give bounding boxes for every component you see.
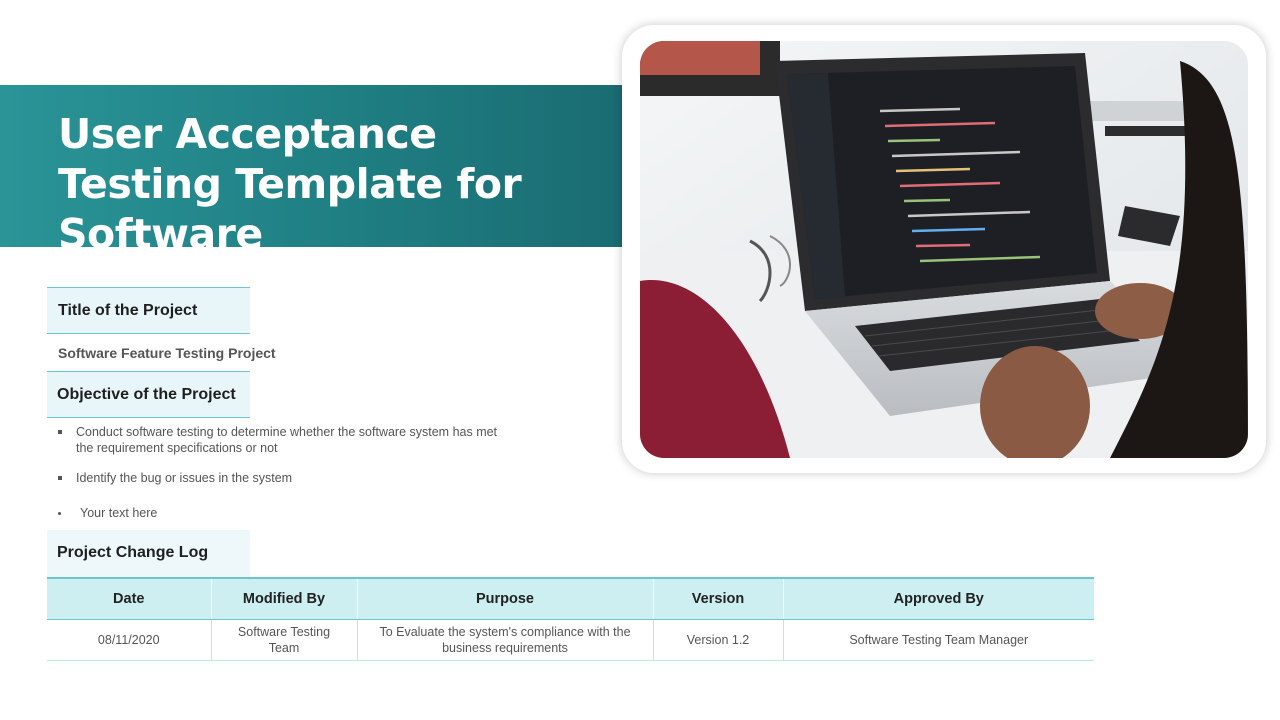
project-title-value: Software Feature Testing Project: [58, 345, 276, 361]
photo-frame: [622, 25, 1266, 473]
slide-title: User Acceptance Testing Template for Sof…: [58, 110, 522, 258]
objective-list: Conduct software testing to determine wh…: [58, 424, 508, 521]
title-banner: User Acceptance Testing Template for Sof…: [0, 85, 622, 258]
column-header-modified-by: Modified By: [210, 577, 357, 620]
column-header-approved-by: Approved By: [782, 577, 1094, 620]
project-title-label: Title of the Project: [47, 287, 250, 334]
objective-text: Conduct software testing to determine wh…: [76, 425, 498, 455]
cell-purpose: To Evaluate the system's compliance with…: [356, 619, 653, 661]
column-header-date: Date: [47, 577, 211, 620]
project-objective-label: Objective of the Project: [47, 371, 250, 418]
objective-item: Your text here: [58, 505, 508, 521]
laptop-illustration: [640, 41, 1248, 458]
cell-version: Version 1.2: [652, 619, 783, 661]
change-log-table: Date Modified By Purpose Version Approve…: [47, 577, 1094, 661]
column-header-version: Version: [652, 577, 783, 620]
objective-text: Your text here: [80, 506, 158, 520]
change-log-label: Project Change Log: [47, 530, 250, 577]
cell-approved-by: Software Testing Team Manager: [782, 619, 1094, 661]
laptop-photo: [640, 41, 1248, 458]
cell-modified-by: Software Testing Team: [210, 619, 357, 661]
cell-date: 08/11/2020: [47, 619, 211, 661]
column-header-purpose: Purpose: [356, 577, 653, 620]
table-header-row: Date Modified By Purpose Version Approve…: [47, 577, 1094, 620]
objective-item: Conduct software testing to determine wh…: [58, 424, 508, 456]
objective-text: Identify the bug or issues in the system: [76, 471, 293, 485]
table-row: 08/11/2020 Software Testing Team To Eval…: [47, 619, 1094, 661]
objective-item: Identify the bug or issues in the system: [58, 470, 508, 486]
